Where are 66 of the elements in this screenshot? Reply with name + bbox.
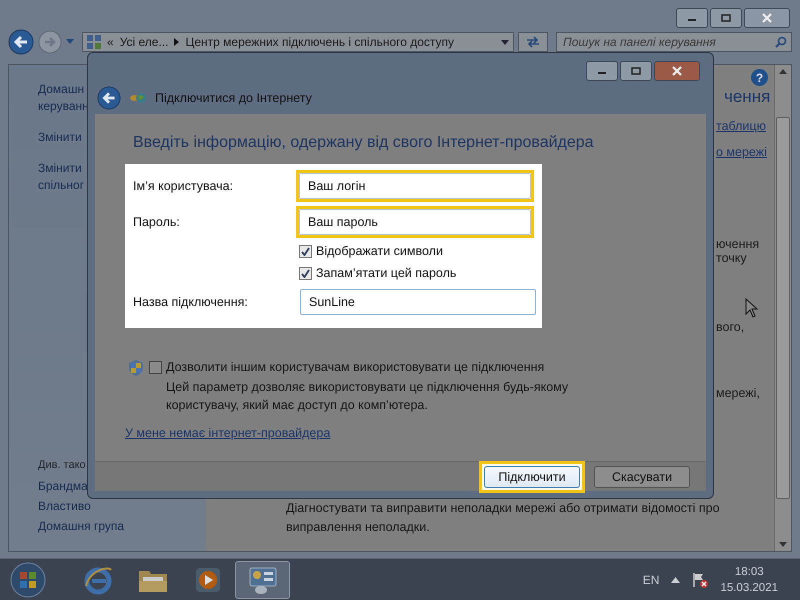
- back-button[interactable]: [97, 86, 121, 110]
- page-heading: чення: [724, 87, 770, 107]
- breadcrumb-segment[interactable]: Усі еле...: [120, 35, 168, 49]
- flag-error-icon[interactable]: [692, 572, 708, 588]
- see-also-heading: Див. тако: [38, 459, 87, 471]
- breadcrumb-segment[interactable]: Центр мережних підключень і спільного доступу: [185, 35, 454, 49]
- close-button[interactable]: [744, 8, 790, 28]
- input-field[interactable]: SunLine: [300, 289, 536, 315]
- language-indicator[interactable]: EN: [642, 572, 660, 586]
- field-label: Назва підключення:: [133, 295, 249, 309]
- checkbox[interactable]: [299, 266, 312, 280]
- search-icon[interactable]: [775, 36, 787, 48]
- dropdown-caret-icon[interactable]: [501, 40, 509, 44]
- close-icon: [760, 13, 774, 23]
- checkbox[interactable]: [149, 360, 162, 374]
- instruction-heading: Введіть інформацію, одержану від свого Інтернет-провайдера: [133, 134, 595, 152]
- see-also-link[interactable]: Домашня група: [38, 519, 206, 533]
- clock[interactable]: 18:03 15.03.2021: [720, 564, 792, 596]
- mouse-cursor-icon: [745, 298, 759, 318]
- minimize-button[interactable]: [676, 8, 708, 28]
- scrollbar[interactable]: [774, 65, 791, 551]
- scroll-up-arrow-icon[interactable]: [779, 69, 787, 74]
- minimize-button[interactable]: [586, 61, 618, 81]
- control-panel-icon[interactable]: [246, 564, 278, 594]
- breadcrumb-chevron[interactable]: «: [107, 35, 114, 49]
- task-text: вого,: [716, 320, 746, 334]
- maximize-button[interactable]: [620, 61, 652, 81]
- scroll-down-arrow-icon[interactable]: [779, 542, 787, 547]
- checkbox-label[interactable]: Запам’ятати цей пароль: [316, 266, 456, 280]
- shield-icon: [129, 360, 143, 376]
- connect-button[interactable]: Підключити: [484, 466, 580, 488]
- maximize-icon: [630, 67, 642, 75]
- control-panel-icon: [87, 35, 101, 49]
- search-field[interactable]: Пошук на панелі керування: [556, 32, 792, 52]
- input-field[interactable]: Ваш логін: [299, 173, 531, 199]
- close-button[interactable]: [654, 61, 700, 81]
- back-button[interactable]: [8, 29, 34, 55]
- task-text: ючення: [716, 237, 760, 251]
- start-button[interactable]: [8, 560, 48, 598]
- task-link[interactable]: о мережі: [716, 145, 767, 159]
- task-link[interactable]: таблицю: [716, 119, 766, 133]
- cancel-button[interactable]: Скасувати: [594, 466, 690, 488]
- troubleshoot-description: Діагностувати та виправити неполадки мережі або отримати відомості про виправлення неполадки.: [285, 500, 721, 536]
- task-text: точку: [716, 251, 748, 265]
- tray-expand-icon[interactable]: [671, 576, 680, 582]
- network-globe-icon: [129, 91, 147, 105]
- help-icon[interactable]: ?: [751, 69, 768, 86]
- taskbar-button[interactable]: [235, 560, 290, 598]
- refresh-icon: [525, 35, 541, 49]
- maximize-button[interactable]: [710, 8, 742, 28]
- checkbox[interactable]: [299, 244, 312, 258]
- task-text: мережі,: [716, 386, 761, 400]
- field-label: Ім’я користувача:: [133, 179, 234, 193]
- address-bar[interactable]: « Усі еле... Центр мережних підключень і спільного доступу: [82, 32, 514, 52]
- breadcrumb-arrow-icon[interactable]: [174, 38, 180, 46]
- dialog-title: Підключитися до Інтернету: [155, 91, 312, 105]
- see-also-link[interactable]: Властиво: [38, 499, 206, 513]
- refresh-button[interactable]: [518, 32, 548, 52]
- field-label: Пароль:: [133, 215, 181, 229]
- close-icon: [670, 66, 684, 76]
- no-provider-link[interactable]: У мене немає інтернет-провайдера: [125, 426, 330, 440]
- checkbox-label[interactable]: Дозволити іншим користувачам використовувати це підключення: [166, 360, 544, 374]
- maximize-icon: [720, 14, 732, 22]
- option-description: Цей параметр дозволяє використовувати це підключення будь-якому користувачу, який має доступ до комп’ютера.: [166, 379, 570, 414]
- input-field[interactable]: Ваш пароль: [299, 209, 531, 235]
- checkbox-label[interactable]: Відображати символи: [316, 244, 443, 258]
